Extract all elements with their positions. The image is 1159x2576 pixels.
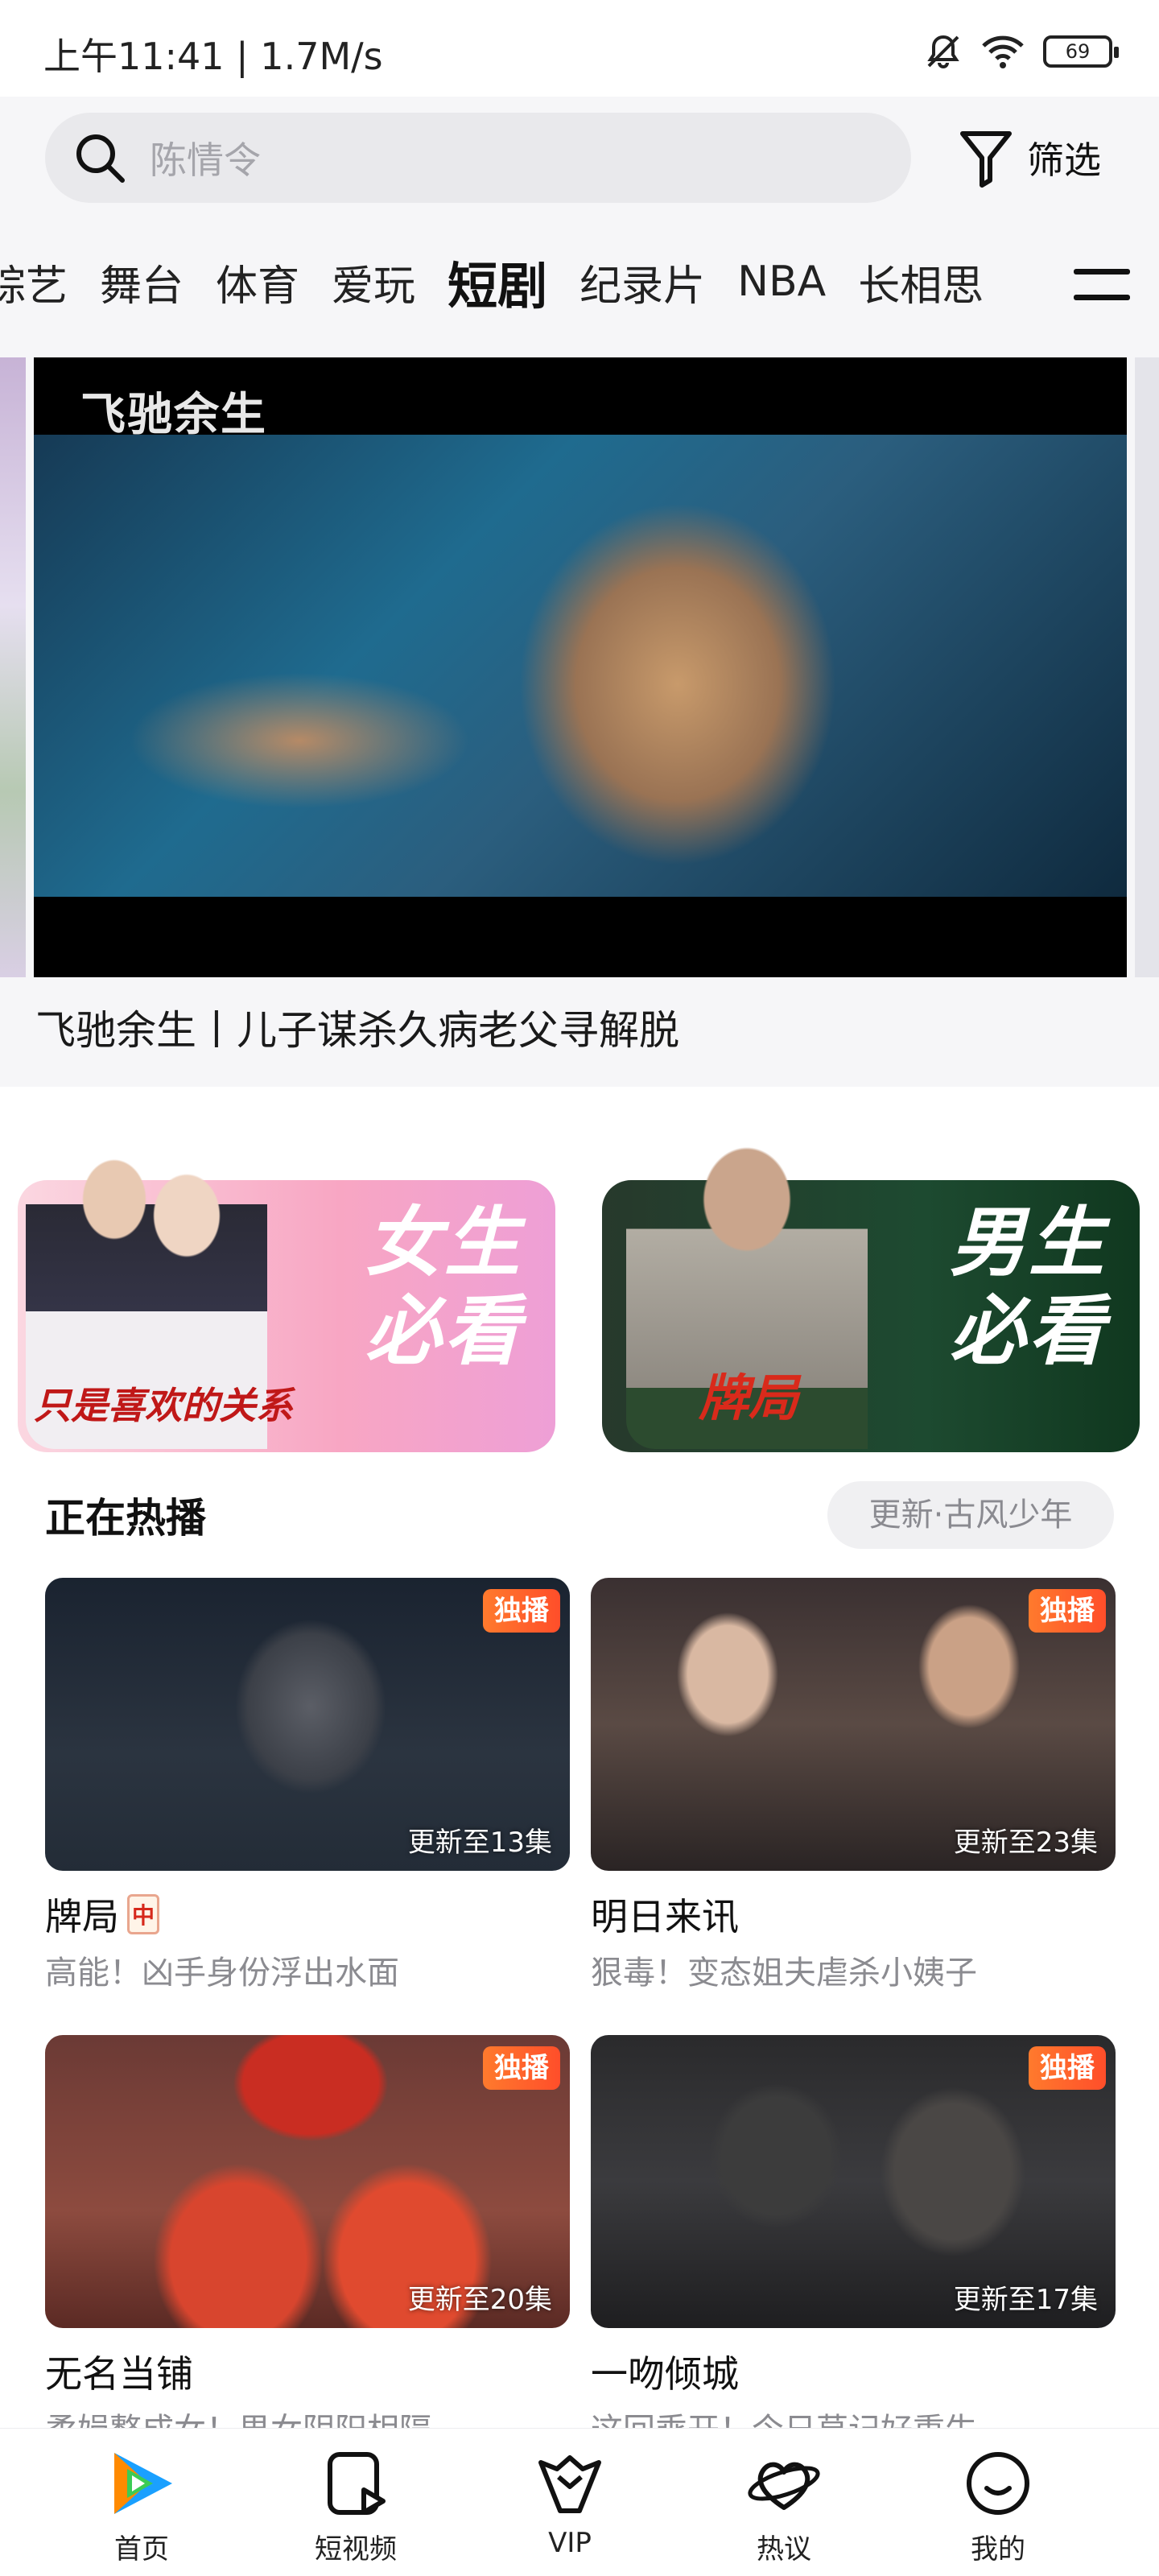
tab-variety[interactable]: 综艺: [0, 252, 68, 312]
promo-title: 女生 必看: [365, 1199, 523, 1377]
nav-me[interactable]: 我的: [918, 2445, 1079, 2566]
tabs-fade: [974, 225, 1070, 338]
nav-vip[interactable]: VIP: [489, 2445, 650, 2559]
drama-title: 一吻倾城: [591, 2352, 739, 2396]
drama-thumbnail: 独播 更新至20集: [45, 2035, 570, 2328]
tab-sports[interactable]: 体育: [216, 252, 299, 312]
drama-thumbnail: 独播 更新至23集: [591, 1578, 1116, 1871]
tabs-track: 综艺 舞台 体育 爱玩 短剧 纪录片 NBA 长相思: [0, 250, 1016, 316]
update-pill-button[interactable]: 更新·古风少年: [827, 1481, 1114, 1549]
episode-count: 更新至17集: [953, 2284, 1098, 2316]
filter-button[interactable]: 筛选: [958, 126, 1101, 190]
nav-label: 我的: [971, 2533, 1025, 2566]
tencent-video-logo-icon: [103, 2445, 180, 2522]
menu-line-icon: [1074, 269, 1130, 275]
channel-menu-button[interactable]: [1064, 258, 1136, 309]
search-input[interactable]: 陈情令: [45, 113, 911, 203]
bell-muted-icon: [927, 35, 959, 68]
hero-logo: 飞驰余生: [80, 389, 267, 441]
hero-image: [34, 435, 1127, 897]
exclusive-badge: 独播: [1029, 2046, 1106, 2090]
promo-title-line: 必看: [365, 1288, 523, 1376]
prev-banner-peek[interactable]: [0, 357, 26, 977]
status-time: 上午11:41 | 1.7M/s: [43, 35, 383, 78]
drama-title-row: 一吻倾城: [591, 2347, 1116, 2396]
filter-label: 筛选: [1027, 138, 1101, 182]
drama-title-row: 明日来讯: [591, 1890, 1116, 1938]
tab-stage[interactable]: 舞台: [100, 252, 184, 312]
promo-title: 男生 必看: [950, 1199, 1107, 1377]
vip-crown-icon: [531, 2445, 608, 2522]
tab-nba[interactable]: NBA: [737, 258, 826, 306]
drama-title-row: 无名当铺: [45, 2347, 570, 2396]
app-screen: 上午11:41 | 1.7M/s 69 陈情令 筛选 综艺 舞台 体育 爱玩 短…: [0, 0, 1159, 2576]
nav-home[interactable]: 首页: [61, 2445, 222, 2566]
search-placeholder: 陈情令: [150, 138, 261, 182]
planet-icon: [745, 2445, 823, 2522]
promo-poster-text: 牌局: [699, 1368, 799, 1427]
status-bar: 上午11:41 | 1.7M/s 69: [0, 0, 1159, 97]
tab-short-drama[interactable]: 短剧: [448, 246, 547, 318]
section-title: 正在热播: [45, 1495, 206, 1542]
battery-indicator: 69: [1043, 35, 1119, 68]
drama-title: 明日来讯: [591, 1895, 739, 1938]
funnel-icon: [960, 131, 1012, 188]
mahjong-tile-icon: 中: [127, 1894, 159, 1934]
exclusive-badge: 独播: [483, 1589, 560, 1633]
nav-label: 短视频: [315, 2533, 397, 2566]
status-icons: 69: [924, 32, 1119, 71]
drama-title: 无名当铺: [45, 2352, 193, 2396]
drama-thumbnail: 独播 更新至17集: [591, 2035, 1116, 2328]
episode-count: 更新至23集: [953, 1827, 1098, 1859]
drama-card[interactable]: 独播 更新至20集 无名当铺 柔娟整成女！男女阴阳相隔: [45, 2035, 570, 2450]
bottom-nav: 首页 短视频 VIP 热议 我的: [0, 2428, 1159, 2576]
hero-caption[interactable]: 飞驰余生丨儿子谋杀久病老父寻解脱: [35, 998, 679, 1056]
tab-aiwan[interactable]: 爱玩: [332, 252, 415, 312]
short-video-icon: [317, 2445, 394, 2522]
drama-card[interactable]: 独播 更新至17集 一吻倾城 这回乘开！今日草记好重生: [591, 2035, 1116, 2450]
wifi-icon: [982, 35, 1024, 68]
drama-description: 高能！凶手身份浮出水面: [45, 1955, 399, 1992]
promo-title-line: 男生: [949, 1199, 1107, 1287]
search-icon: [76, 134, 125, 183]
next-banner-peek[interactable]: [1135, 357, 1159, 977]
menu-line-icon: [1074, 295, 1130, 300]
promo-title-line: 必看: [949, 1288, 1107, 1376]
promo-title-line: 女生: [365, 1199, 523, 1287]
nav-short-video[interactable]: 短视频: [275, 2445, 436, 2566]
drama-description: 狠毒！变态姐夫虐杀小姨子: [591, 1955, 977, 1992]
exclusive-badge: 独播: [483, 2046, 560, 2090]
drama-thumbnail: 独播 更新至13集: [45, 1578, 570, 1871]
exclusive-badge: 独播: [1029, 1589, 1106, 1633]
promo-female-card[interactable]: 只是喜欢的关系 女生 必看: [18, 1143, 555, 1452]
drama-title-row: 牌局 中: [45, 1890, 570, 1938]
promo-male-card[interactable]: 牌局 男生 必看: [602, 1143, 1140, 1452]
smiley-face-icon: [959, 2445, 1037, 2522]
nav-label: 热议: [757, 2533, 811, 2566]
promo-poster-text: 只是喜欢的关系: [34, 1384, 293, 1427]
drama-card[interactable]: 独播 更新至23集 明日来讯 狠毒！变态姐夫虐杀小姨子: [591, 1578, 1116, 1993]
nav-label: 首页: [114, 2533, 169, 2566]
nav-discuss[interactable]: 热议: [703, 2445, 864, 2566]
tab-changxiangsi[interactable]: 长相思: [858, 252, 984, 312]
hero-video[interactable]: 飞驰余生: [34, 357, 1127, 977]
category-tabs: 综艺 舞台 体育 爱玩 短剧 纪录片 NBA 长相思: [0, 225, 1159, 338]
episode-count: 更新至20集: [407, 2284, 552, 2316]
drama-card[interactable]: 独播 更新至13集 牌局 中 高能！凶手身份浮出水面: [45, 1578, 570, 1993]
tab-documentary[interactable]: 纪录片: [580, 252, 705, 312]
nav-label: VIP: [548, 2527, 592, 2559]
hero-banner: 飞驰余生 飞驰余生丨儿子谋杀久病老父寻解脱: [0, 338, 1159, 1087]
episode-count: 更新至13集: [407, 1827, 552, 1859]
drama-title: 牌局: [45, 1895, 119, 1938]
search-row: 陈情令 筛选: [0, 97, 1159, 225]
